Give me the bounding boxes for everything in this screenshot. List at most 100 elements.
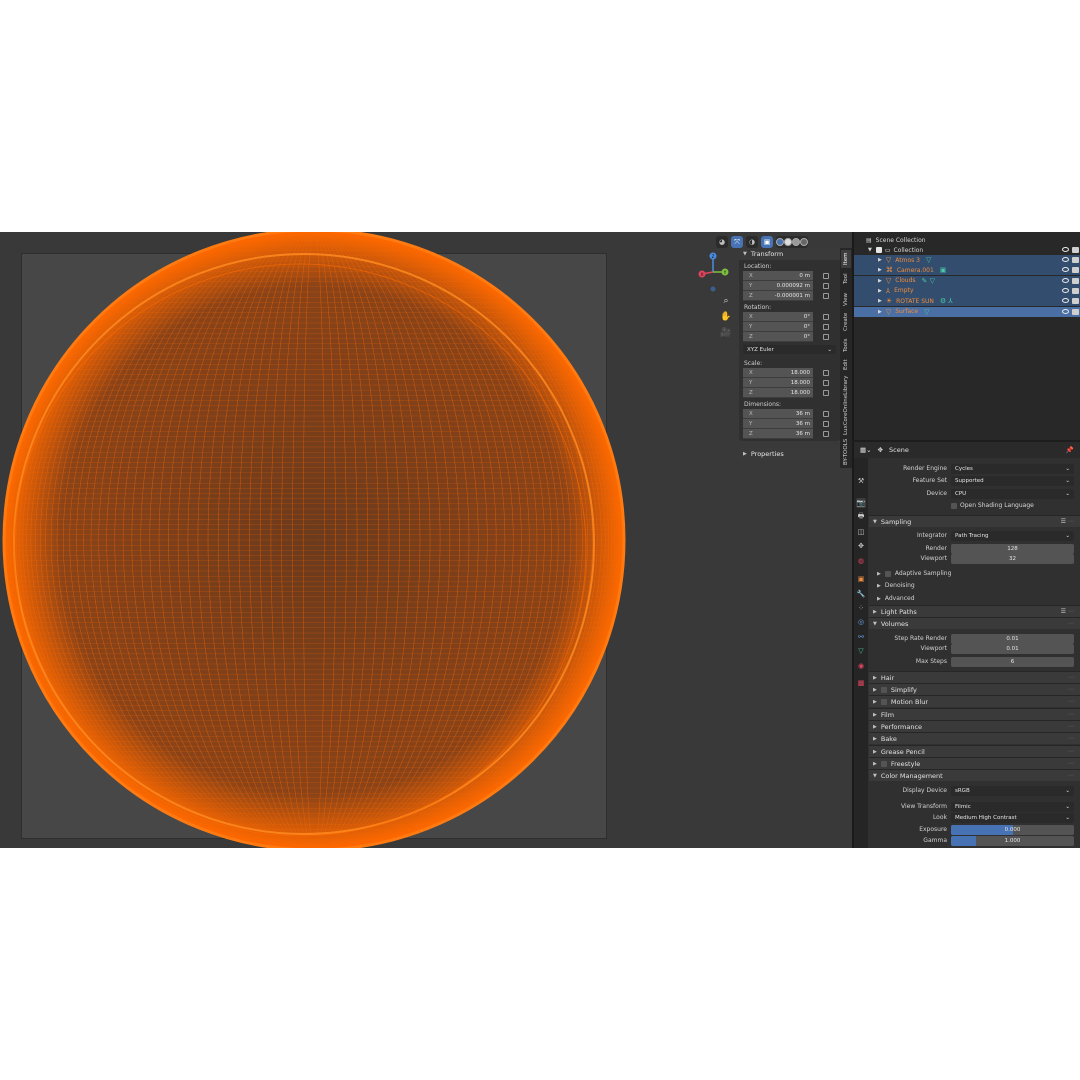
freestyle-checkbox[interactable]: [880, 760, 887, 767]
panel-freestyle[interactable]: ▶ Freestyle ⋯: [869, 757, 1080, 769]
render-icon[interactable]: 📷: [856, 498, 866, 508]
particles-icon[interactable]: ⁘: [856, 603, 866, 613]
eye-icon[interactable]: [1062, 267, 1069, 273]
tab-view[interactable]: View: [841, 290, 851, 308]
step-rate-viewport-field[interactable]: 0.01: [951, 643, 1074, 654]
dimensions-1-field[interactable]: Y 36 m: [743, 419, 813, 429]
texture-icon[interactable]: ▩: [856, 678, 866, 688]
material-shading-icon[interactable]: [792, 238, 800, 246]
display-device-select[interactable]: sRGB ⌄: [951, 785, 1074, 796]
render-camera-icon[interactable]: [1072, 298, 1079, 305]
render-engine-select[interactable]: Cycles ⌄: [951, 463, 1074, 474]
rendered-shading-icon[interactable]: [800, 238, 808, 246]
panel-light-paths[interactable]: ▶ Light Paths ☰ ⋯: [869, 605, 1080, 617]
scale-1-field[interactable]: Y 18.000: [743, 378, 813, 388]
solid-shading-icon[interactable]: [784, 238, 792, 246]
motion-blur-checkbox[interactable]: [880, 698, 887, 705]
eye-icon[interactable]: [1062, 298, 1069, 304]
rotation-1-field[interactable]: Y 0°: [743, 322, 813, 332]
expand-right-icon[interactable]: ▶: [878, 278, 882, 284]
drag-handle-icon[interactable]: ⋯: [1068, 772, 1074, 779]
outliner[interactable]: ▤ Scene Collection ▼ ▭ Collection ▶ ▽ Atmo…: [852, 232, 1080, 440]
drag-handle-icon[interactable]: ⋯: [1068, 698, 1074, 705]
material-icon[interactable]: ◉: [856, 661, 866, 671]
outliner-item-surface[interactable]: ▶ ▽ Surface ▽: [854, 306, 1080, 317]
drag-handle-icon[interactable]: ⋯: [1068, 735, 1074, 742]
panel-sampling[interactable]: ▼ Sampling ☰ ⋯: [869, 515, 1080, 527]
expand-right-icon[interactable]: ▶: [878, 309, 882, 315]
lock-icon[interactable]: [823, 431, 829, 437]
simplify-checkbox[interactable]: [880, 686, 887, 693]
eye-icon[interactable]: [1062, 247, 1069, 252]
data-icon[interactable]: ▽: [856, 646, 866, 656]
outliner-item-empty[interactable]: ▶ ⅄ Empty: [854, 285, 1080, 296]
tab-tool[interactable]: Tool: [841, 270, 851, 288]
gizmo-neg-z[interactable]: [710, 286, 716, 292]
drag-handle-icon[interactable]: ⋯: [1068, 608, 1074, 615]
presets-list-icon[interactable]: ☰: [1061, 518, 1066, 525]
panel-volumes[interactable]: ▼ Volumes ⋯: [869, 617, 1080, 629]
device-select[interactable]: CPU ⌄: [951, 488, 1074, 499]
lock-icon[interactable]: [823, 334, 829, 340]
expand-right-icon[interactable]: ▶: [878, 267, 882, 273]
dimensions-2-field[interactable]: Z 36 m: [743, 429, 813, 439]
osl-checkbox[interactable]: [951, 502, 957, 509]
eye-icon[interactable]: [1062, 287, 1069, 293]
collection-checkbox[interactable]: [875, 247, 882, 253]
visibility-icon[interactable]: ◕: [716, 236, 728, 248]
constraints-icon[interactable]: ⚯: [856, 632, 866, 642]
view-transform-select[interactable]: Filmic ⌄: [951, 801, 1074, 812]
dimensions-0-field[interactable]: X 36 m: [743, 409, 813, 419]
lock-icon[interactable]: [823, 411, 829, 417]
collection-row[interactable]: ▼ ▭ Collection: [854, 245, 1080, 255]
exposure-field[interactable]: 0.000: [951, 824, 1074, 835]
world-icon[interactable]: ◍: [856, 556, 866, 566]
lock-icon[interactable]: [823, 421, 829, 427]
lock-icon[interactable]: [823, 324, 829, 330]
navigation-gizmo[interactable]: Z X Y: [694, 252, 734, 292]
adaptive-checkbox[interactable]: [884, 570, 891, 577]
shading-modes[interactable]: [776, 236, 808, 248]
viewport-field[interactable]: 32: [951, 553, 1074, 564]
location-0-field[interactable]: X0 m: [743, 271, 813, 281]
overlay-icon[interactable]: ◑: [746, 236, 758, 248]
pin-icon[interactable]: 📌: [1066, 446, 1074, 454]
lock-icon[interactable]: [823, 273, 829, 279]
render-camera-icon[interactable]: [1072, 308, 1079, 315]
location-2-field[interactable]: Z -0.000001 m: [743, 291, 813, 301]
gamma-field[interactable]: 1.000: [951, 835, 1074, 846]
tab-tools[interactable]: Tools: [841, 336, 851, 354]
drag-handle-icon[interactable]: ⋯: [1068, 760, 1074, 767]
lock-icon[interactable]: [823, 283, 829, 289]
panel-performance[interactable]: ▶ Performance ⋯: [869, 720, 1080, 732]
subpanel-advanced[interactable]: ▶ Advanced: [877, 593, 915, 604]
expand-right-icon[interactable]: ▶: [878, 298, 882, 304]
render-camera-icon[interactable]: [1072, 267, 1079, 274]
scale-0-field[interactable]: X 18.000: [743, 368, 813, 378]
pan-hand-icon[interactable]: ✋: [719, 310, 733, 324]
tab-create[interactable]: Create: [841, 310, 851, 334]
outliner-item-clouds[interactable]: ▶ ▽ Clouds ✎ ▽: [854, 275, 1080, 286]
presets-list-icon[interactable]: ☰: [1061, 608, 1066, 615]
lock-icon[interactable]: [823, 370, 829, 376]
expand-right-icon[interactable]: ▶: [878, 288, 882, 294]
scene-collection-row[interactable]: ▤ Scene Collection: [854, 235, 1080, 245]
tool-icon[interactable]: ⚒: [856, 476, 866, 486]
3d-viewport[interactable]: ◕ ⤧ ◑ ▣ Z X Y ⌕ ✋ 🎥 ▼ Transform Location…: [0, 232, 852, 848]
gizmo-toggle-icon[interactable]: ⤧: [731, 236, 743, 248]
panel-simplify[interactable]: ▶ Simplify ⋯: [869, 683, 1080, 695]
scale-2-field[interactable]: Z 18.000: [743, 388, 813, 398]
zoom-icon[interactable]: ⌕: [719, 294, 733, 308]
render-camera-icon[interactable]: [1072, 287, 1079, 294]
outliner-item-atmos-3[interactable]: ▶ ▽ Atmos 3 ▽: [854, 255, 1080, 265]
tab-by-tools[interactable]: BY-TOOLS: [841, 436, 851, 468]
panel-grease-pencil[interactable]: ▶ Grease Pencil ⋯: [869, 745, 1080, 757]
scene-icon[interactable]: ✥: [856, 541, 866, 551]
integrator-select[interactable]: Path Tracing ⌄: [951, 530, 1074, 541]
panel-color-management[interactable]: ▼ Color Management ⋯: [869, 769, 1080, 781]
panel-bake[interactable]: ▶ Bake ⋯: [869, 732, 1080, 744]
eye-icon[interactable]: [1062, 257, 1069, 262]
tab-item[interactable]: Item: [841, 250, 851, 268]
drag-handle-icon[interactable]: ⋯: [1068, 748, 1074, 755]
camera-view-icon[interactable]: 🎥: [719, 326, 733, 340]
